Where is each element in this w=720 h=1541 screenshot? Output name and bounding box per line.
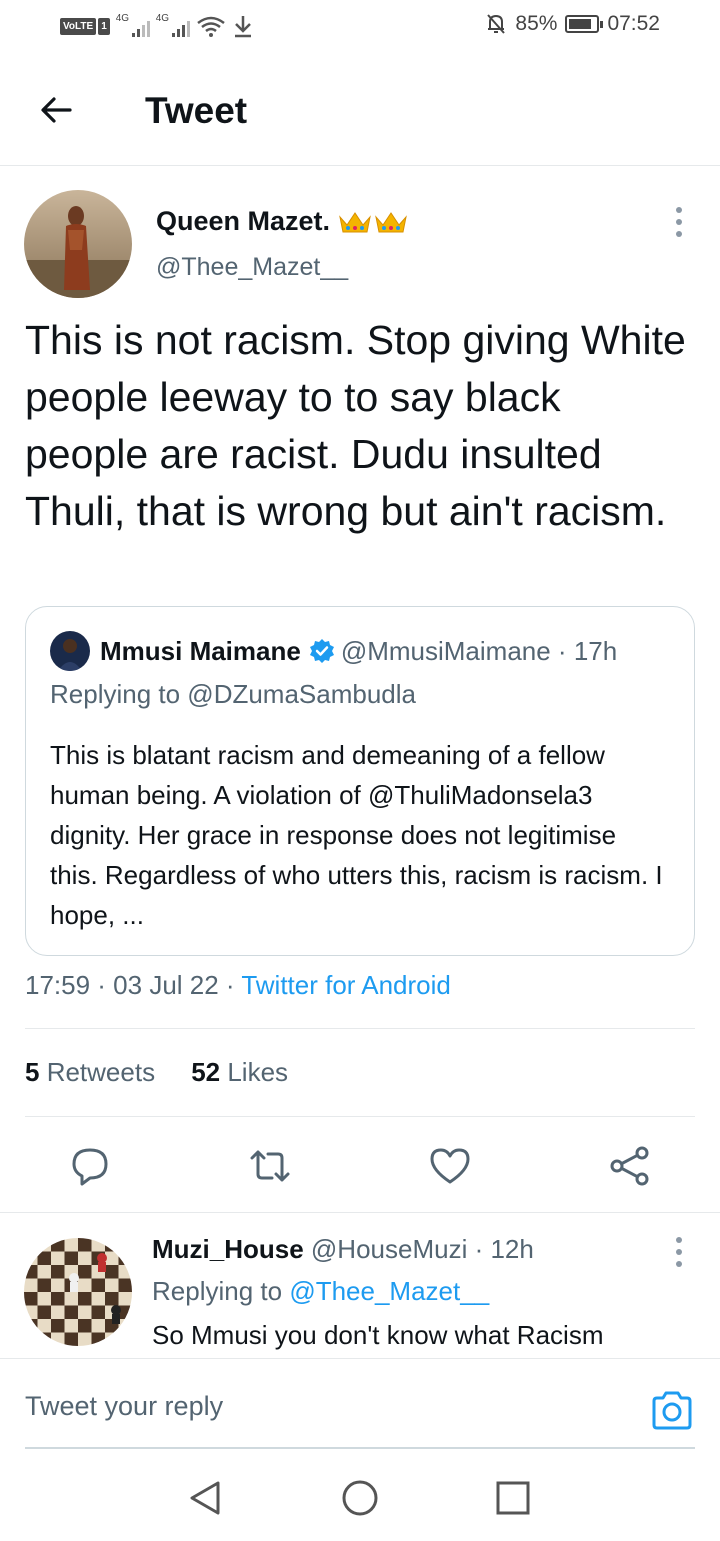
signal-icon: 4G <box>115 13 150 37</box>
reply-input[interactable]: Tweet your reply <box>25 1391 223 1422</box>
reply-handle-time: @HouseMuzi · 12h <box>303 1234 534 1264</box>
quoted-author-avatar[interactable] <box>50 631 90 671</box>
replying-handle-link[interactable]: @Thee_Mazet__ <box>289 1276 489 1306</box>
quoted-handle-time: @MmusiMaimane · 17h <box>340 635 618 666</box>
reply-author-name: Muzi_House <box>152 1234 304 1264</box>
volte-label: VoLTE <box>60 17 97 35</box>
reply-author-avatar[interactable] <box>24 1238 132 1346</box>
compose-underline <box>25 1447 695 1449</box>
reply-text: So Mmusi you don't know what Racism <box>152 1320 604 1350</box>
quoted-replying-to: Replying to @DZumaSambudla <box>50 679 417 709</box>
mute-notifications-icon <box>487 14 506 34</box>
battery-percent: 85% <box>515 12 558 35</box>
replying-prefix: Replying to <box>152 1276 290 1306</box>
clock: 07:52 <box>607 12 660 35</box>
network-type: 4G <box>115 13 130 24</box>
reply-more-options-icon[interactable] <box>674 1237 684 1267</box>
like-heart-icon[interactable] <box>428 1144 472 1188</box>
top-app-bar: Tweet <box>0 56 720 166</box>
more-options-icon[interactable] <box>674 207 684 237</box>
tweet-text: This is not racism. Stop giving White pe… <box>25 317 686 534</box>
nav-recents-icon[interactable] <box>493 1478 533 1518</box>
retweet-icon[interactable] <box>248 1144 292 1188</box>
volte-indicator: VoLTE 1 <box>60 15 110 37</box>
nav-back-icon[interactable] <box>186 1478 226 1518</box>
tweet-source-link[interactable]: Twitter for Android <box>241 970 451 1000</box>
download-icon <box>234 16 251 38</box>
crown-emoji <box>338 209 408 235</box>
author-handle[interactable]: @Thee_Mazet__ <box>156 253 348 282</box>
author-name[interactable]: Queen Mazet. <box>156 206 408 237</box>
crown-icon <box>339 211 371 232</box>
timestamp-text: 17:59 · 03 Jul 22 · <box>25 970 242 1000</box>
tweet-timestamp: 17:59 · 03 Jul 22 · Twitter for Android <box>25 970 451 1001</box>
network-type-2: 4G <box>155 13 170 24</box>
signal-icon-2: 4G <box>155 13 190 37</box>
share-icon[interactable] <box>608 1144 652 1188</box>
battery-icon <box>565 15 604 33</box>
page-title: Tweet <box>145 90 248 131</box>
verified-badge-icon <box>309 639 334 663</box>
reply-compose-bar: Tweet your reply <box>0 1358 720 1450</box>
quoted-author-name: Mmusi Maimane <box>100 635 301 666</box>
camera-icon[interactable] <box>650 1389 694 1433</box>
sim-slot: 1 <box>98 17 110 35</box>
wifi-icon <box>196 16 225 37</box>
crown-icon-2 <box>375 211 407 232</box>
author-name-text: Queen Mazet. <box>156 206 331 236</box>
divider <box>25 1028 695 1029</box>
back-arrow-icon[interactable] <box>36 90 76 130</box>
nav-home-icon[interactable] <box>340 1478 380 1518</box>
quoted-tweet-text: This is blatant racism and demeaning of … <box>50 740 663 930</box>
author-avatar[interactable] <box>24 190 132 298</box>
likes-count[interactable]: 52 Likes <box>191 1057 288 1087</box>
status-bar: VoLTE 1 4G 4G 85% 07:52 <box>0 0 720 56</box>
section-divider <box>0 1212 720 1213</box>
reply-author[interactable]: Muzi_House @HouseMuzi · 12h <box>152 1234 534 1265</box>
quoted-tweet[interactable]: Mmusi Maimane @MmusiMaimane · 17h Replyi… <box>25 606 695 956</box>
divider-2 <box>25 1116 695 1117</box>
engagement-stats: 5 Retweets 52 Likes <box>25 1057 288 1088</box>
reply-icon[interactable] <box>68 1144 112 1188</box>
system-navigation-bar <box>0 1450 720 1541</box>
reply-replying-to: Replying to @Thee_Mazet__ <box>152 1276 489 1307</box>
retweets-count[interactable]: 5 Retweets <box>25 1057 155 1087</box>
author-info: Queen Mazet. <box>156 206 408 237</box>
